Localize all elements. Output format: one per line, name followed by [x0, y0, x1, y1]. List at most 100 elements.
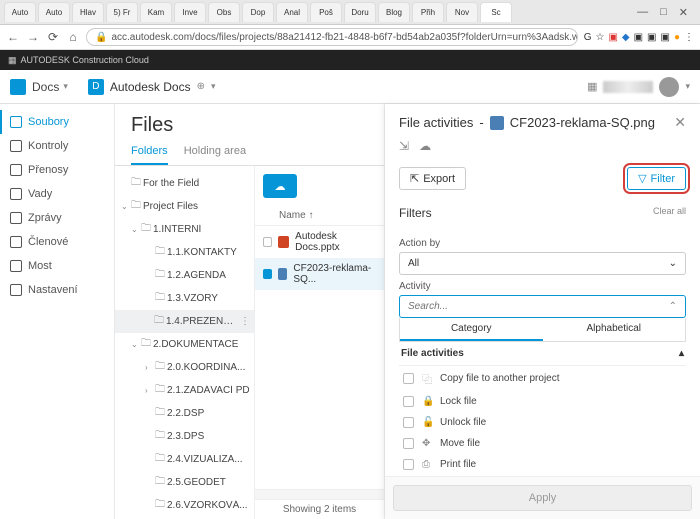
sidebar-item[interactable]: Členové — [0, 230, 114, 254]
activity-option[interactable]: ⎙Print file — [399, 454, 686, 475]
close-icon[interactable]: ✕ — [679, 6, 688, 19]
activity-search[interactable]: ⌃ — [399, 295, 686, 318]
tree-item[interactable]: ›🗀2.0.KOORDINA... — [115, 356, 254, 379]
tree-item[interactable]: ⌄🗀Project Files — [115, 195, 254, 218]
browser-tab[interactable]: Hlav — [72, 2, 104, 22]
ext-icon[interactable]: ◆ — [622, 32, 630, 43]
chevron-down-icon[interactable]: ▾ — [211, 81, 216, 92]
browser-tab[interactable]: Přih — [412, 2, 444, 22]
browser-tab[interactable]: Auto — [38, 2, 70, 22]
search-input[interactable] — [408, 301, 669, 312]
tree-item[interactable]: 🗀2.2.DSP — [115, 402, 254, 425]
upload-button[interactable]: ☁ — [263, 174, 297, 198]
tree-item[interactable]: 🗀For the Field — [115, 172, 254, 195]
clear-all-link[interactable]: Clear all — [653, 206, 686, 220]
sidebar-item[interactable]: Most — [0, 254, 114, 278]
list-header[interactable]: Name ↑ — [255, 206, 384, 226]
browser-tab[interactable]: Kam — [140, 2, 172, 22]
product-name[interactable]: Autodesk Docs — [110, 80, 191, 94]
browser-tab[interactable]: Inve — [174, 2, 206, 22]
chevron-down-icon[interactable]: ▾ — [63, 81, 68, 92]
chevron-up-icon[interactable]: ⌃ — [669, 301, 677, 312]
checkbox[interactable] — [403, 459, 414, 470]
tree-item[interactable]: 🗀1.4.PREZENTACE⋮ — [115, 310, 254, 333]
globe-icon[interactable]: ⊕ — [197, 81, 205, 92]
tree-item[interactable]: 🗀1.3.VZORY — [115, 287, 254, 310]
tree-item[interactable]: 🗀2.5.GEODET — [115, 471, 254, 494]
sidebar-item[interactable]: Nastavení — [0, 278, 114, 302]
category-tab[interactable]: Category — [400, 318, 543, 341]
tree-item[interactable]: ⌄🗀1.INTERNÍ — [115, 218, 254, 241]
horizontal-scrollbar[interactable] — [255, 489, 384, 499]
browser-tab[interactable]: 5) Fr — [106, 2, 138, 22]
browser-tab[interactable]: Doru — [344, 2, 376, 22]
browser-tab[interactable]: Dop — [242, 2, 274, 22]
browser-tab[interactable]: Poš — [310, 2, 342, 22]
tree-item[interactable]: 🗀1.2.AGENDA — [115, 264, 254, 287]
sidebar-item[interactable]: Soubory — [0, 110, 114, 134]
ext-icon[interactable]: ▣ — [634, 32, 643, 43]
tree-item[interactable]: 🗀1.1.KONTAKTY — [115, 241, 254, 264]
browser-tab[interactable]: Auto — [4, 2, 36, 22]
content-tab[interactable]: Folders — [131, 145, 168, 165]
export-button[interactable]: ⇱Export — [399, 167, 466, 190]
chevron-down-icon[interactable]: ▾ — [685, 81, 690, 92]
home-icon[interactable]: ⌂ — [66, 30, 80, 44]
collapse-icon[interactable]: ▴ — [679, 348, 684, 359]
activity-option[interactable]: ⿻Copy file to another project — [399, 366, 686, 391]
ext-icon[interactable]: ▣ — [608, 32, 617, 43]
sidebar-item[interactable]: Přenosy — [0, 158, 114, 182]
checkbox[interactable] — [403, 396, 414, 407]
url-input[interactable]: 🔒acc.autodesk.com/docs/files/projects/88… — [86, 28, 578, 46]
apps-icon[interactable]: ▦ — [587, 80, 597, 93]
action-by-select[interactable]: All⌄ — [399, 252, 686, 275]
reload-icon[interactable]: ⟳ — [46, 30, 60, 44]
ext-icon[interactable]: ▣ — [647, 32, 656, 43]
docs-label[interactable]: Docs — [32, 80, 59, 94]
tree-item[interactable]: ›🗀2.1.ZADÁVACÍ PD — [115, 379, 254, 402]
row-checkbox[interactable] — [263, 237, 272, 247]
address-bar: ← → ⟳ ⌂ 🔒acc.autodesk.com/docs/files/pro… — [0, 25, 700, 50]
forward-icon[interactable]: → — [26, 30, 40, 44]
browser-tab[interactable]: Blog — [378, 2, 410, 22]
tree-item[interactable]: 🗀2.3.DPS — [115, 425, 254, 448]
minimize-icon[interactable]: — — [637, 6, 648, 19]
row-checkbox[interactable] — [263, 269, 272, 279]
extension-icons: G ☆ ▣ ◆ ▣ ▣ ▣ ● ⋮ — [584, 32, 694, 43]
apply-button[interactable]: Apply — [393, 485, 692, 511]
ext-icon[interactable]: ☆ — [595, 32, 604, 43]
browser-tab[interactable]: Obs — [208, 2, 240, 22]
tree-item[interactable]: 🗀2.6.VZORKOVÁ... — [115, 494, 254, 517]
browser-tab[interactable]: Anal — [276, 2, 308, 22]
file-row[interactable]: CF2023-reklama-SQ... — [255, 258, 384, 290]
ext-icon[interactable]: ● — [674, 32, 680, 43]
ext-icon[interactable]: ⋮ — [684, 32, 694, 43]
activity-option[interactable]: 🔒Lock file — [399, 391, 686, 412]
filter-button[interactable]: ▽Filter — [627, 167, 686, 190]
file-row[interactable]: Autodesk Docs.pptx — [255, 226, 384, 258]
content-tab[interactable]: Holding area — [184, 145, 246, 165]
activity-group-header[interactable]: File activities▴ — [399, 342, 686, 366]
tree-item[interactable]: ⌄🗀2.DOKUMENTACE — [115, 333, 254, 356]
activity-option[interactable]: ✥Move file — [399, 433, 686, 454]
close-panel-icon[interactable]: ✕ — [674, 114, 686, 131]
checkbox[interactable] — [403, 438, 414, 449]
sidebar-item[interactable]: Zprávy — [0, 206, 114, 230]
checkbox[interactable] — [403, 417, 414, 428]
maximize-icon[interactable]: □ — [660, 6, 667, 19]
link-icon[interactable]: ⇲ — [399, 139, 409, 153]
sidebar-icon — [10, 236, 22, 248]
ext-icon[interactable]: ▣ — [661, 32, 670, 43]
browser-tab[interactable]: Nov — [446, 2, 478, 22]
back-icon[interactable]: ← — [6, 30, 20, 44]
checkbox[interactable] — [403, 373, 414, 384]
sidebar-item[interactable]: Kontroly — [0, 134, 114, 158]
browser-tab[interactable]: Sc — [480, 2, 512, 22]
sidebar-item[interactable]: Vady — [0, 182, 114, 206]
avatar[interactable] — [659, 77, 679, 97]
activity-option[interactable]: 🔓Unlock file — [399, 412, 686, 433]
ext-icon[interactable]: G — [584, 32, 592, 43]
tree-item[interactable]: 🗀2.4.VIZUALIZA... — [115, 448, 254, 471]
category-tab[interactable]: Alphabetical — [543, 318, 686, 341]
cloud-icon[interactable]: ☁ — [419, 139, 431, 153]
